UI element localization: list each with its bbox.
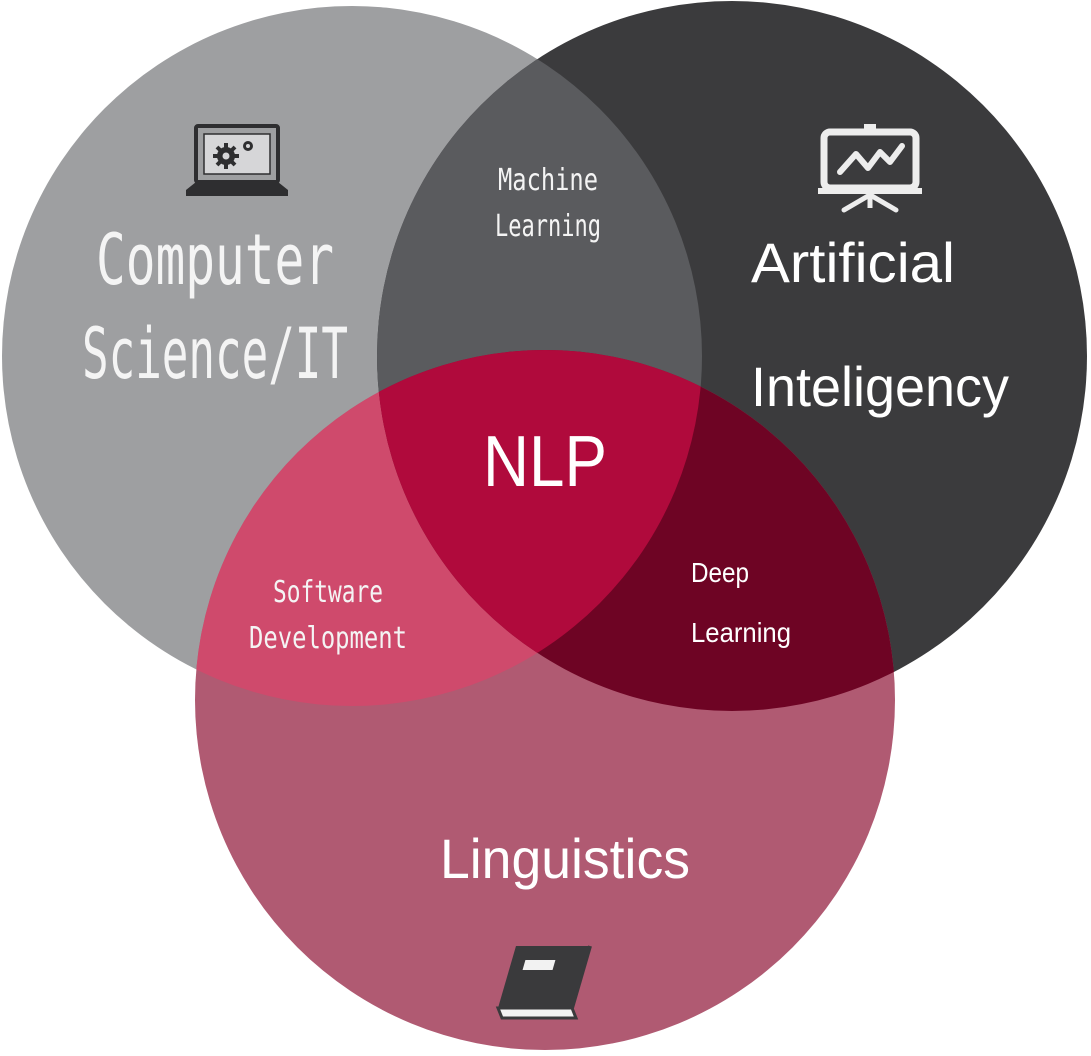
nlp-venn-diagram: Computer Science/IT Artificial Inteligen… (0, 0, 1091, 1056)
ai-title-line2: Inteligency (751, 355, 1009, 418)
sd-label-line1: Software (273, 575, 383, 610)
venn-svg: Computer Science/IT Artificial Inteligen… (2, 1, 1087, 1050)
cs-title-line2: Science/IT (82, 313, 348, 395)
nlp-label: NLP (483, 422, 607, 502)
ling-title: Linguistics (440, 827, 690, 890)
dl-label-line2: Learning (691, 617, 791, 648)
sd-label-line2: Development (249, 621, 407, 656)
ml-label-line1: Machine (498, 163, 598, 198)
ml-label-line2: Learning (495, 209, 601, 244)
ai-title-line1: Artificial (751, 231, 955, 294)
dl-label-line1: Deep (691, 557, 749, 588)
cs-title-line1: Computer (96, 219, 334, 301)
